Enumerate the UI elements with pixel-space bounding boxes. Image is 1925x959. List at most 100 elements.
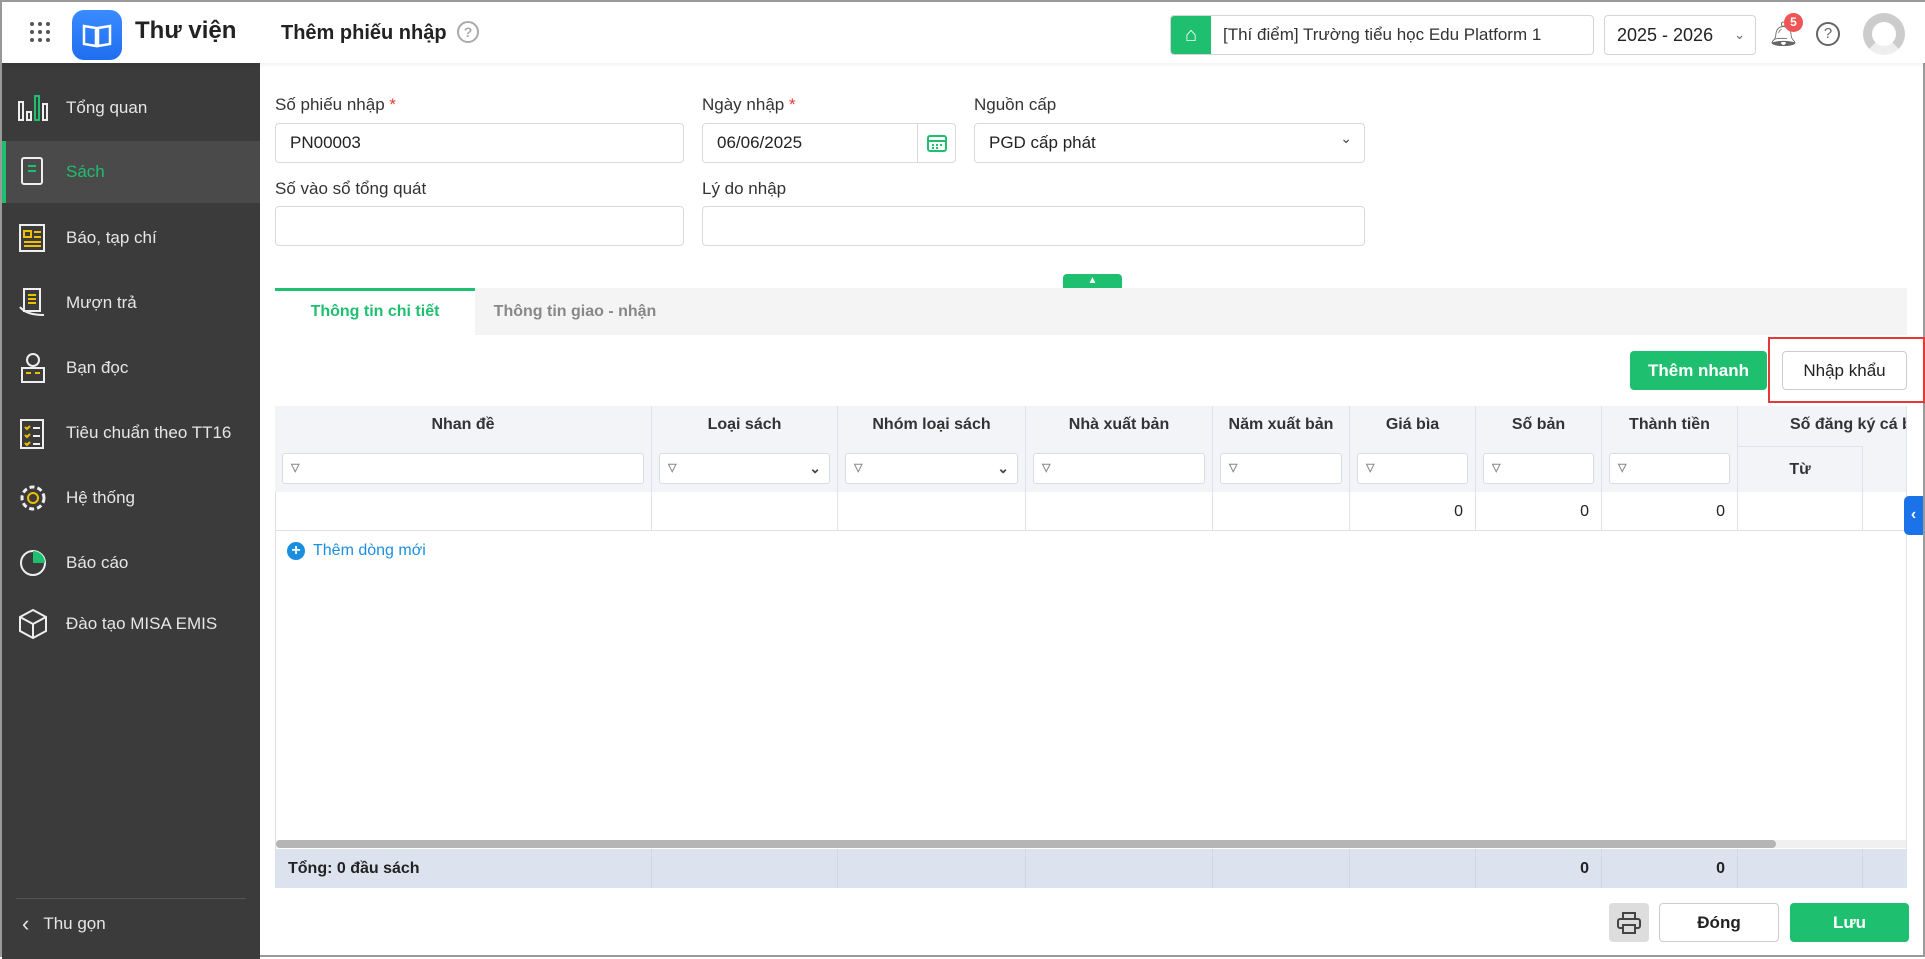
cell[interactable]: [652, 492, 838, 531]
app-grid-icon[interactable]: [30, 22, 50, 42]
cell-so-ban[interactable]: 0: [1476, 492, 1602, 531]
cell[interactable]: [1026, 492, 1213, 531]
sidebar-label: Tiêu chuẩn theo TT16: [66, 423, 232, 442]
cell-thanh-tien[interactable]: 0: [1602, 492, 1738, 531]
help-icon[interactable]: ?: [1816, 22, 1840, 46]
sidebar-label: Mượn trả: [66, 293, 137, 312]
filter-input[interactable]: ▽: [282, 453, 644, 484]
chevron-down-icon: ⌄: [1340, 130, 1352, 146]
sidebar-item-readers[interactable]: Bạn đọc: [2, 338, 260, 398]
select-value: PGD cấp phát: [989, 133, 1096, 152]
printer-icon: [1617, 911, 1641, 934]
library-logo-icon: [72, 10, 122, 60]
ly-do-label: Lý do nhập: [702, 179, 787, 198]
column-header: Nhóm loại sách: [872, 416, 991, 433]
sidebar-item-books[interactable]: Sách: [2, 141, 260, 203]
footer-thanh-tien: 0: [1602, 849, 1738, 888]
sidebar-label: Sách: [66, 162, 105, 181]
ly-do-input[interactable]: [702, 206, 1365, 246]
school-name: [Thí điểm] Trường tiểu học Edu Platform …: [1223, 25, 1542, 44]
year-select[interactable]: 2025 - 2026 ⌄: [1604, 15, 1756, 55]
column-header: Nhan đề: [431, 416, 495, 433]
collapse-form-button[interactable]: ▲: [1063, 274, 1122, 288]
top-header: Thư viện Thêm phiếu nhập ? ⌂ [Thí điểm] …: [2, 2, 1925, 63]
chevron-down-icon: ⌄: [1734, 27, 1745, 42]
add-row-button[interactable]: + Thêm dòng mới: [287, 542, 426, 560]
footer-cell: [1026, 849, 1213, 888]
footer-total: Tổng: 0 đầu sách: [275, 849, 652, 888]
col-nhom-loai-sach: Nhóm loại sách ▽ ⌄: [838, 406, 1026, 492]
col-nha-xuat-ban: Nhà xuất bản ▽: [1026, 406, 1213, 492]
col-gia-bia: Giá bìa ▽: [1350, 406, 1476, 492]
so-vao-so-label: Số vào sổ tổng quát: [275, 179, 427, 198]
save-button[interactable]: Lưu: [1790, 903, 1909, 942]
scrollbar-thumb[interactable]: [276, 840, 1776, 848]
nguon-cap-label: Nguồn cấp: [974, 95, 1057, 114]
cell[interactable]: [1863, 492, 1907, 531]
ngay-nhap-input[interactable]: 06/06/2025: [702, 123, 956, 163]
cell[interactable]: [275, 492, 652, 531]
footer-cell: [652, 849, 838, 888]
filter-select[interactable]: ▽ ⌄: [845, 453, 1018, 484]
so-phieu-label: Số phiếu nhập *: [275, 95, 396, 115]
import-button[interactable]: Nhập khẩu: [1782, 351, 1907, 390]
school-selector[interactable]: ⌂ [Thí điểm] Trường tiểu học Edu Platfor…: [1170, 15, 1594, 55]
column-header: Nhà xuất bản: [1068, 416, 1170, 433]
tab-bar: Thông tin chi tiết Thông tin giao - nhận: [275, 288, 1907, 335]
so-vao-so-input[interactable]: [275, 206, 684, 246]
sidebar-item-system[interactable]: Hệ thống: [2, 468, 260, 528]
sidebar: Tổng quan Sách Báo, tạp chí Mượn trả Bạn…: [2, 63, 260, 959]
footer-cell: [1213, 849, 1350, 888]
help-circle-icon[interactable]: ?: [457, 21, 479, 43]
footer-cell: [838, 849, 1026, 888]
cell[interactable]: [1213, 492, 1350, 531]
pie-chart-icon: [16, 546, 50, 580]
filter-input[interactable]: ▽: [1609, 453, 1730, 484]
print-button[interactable]: [1609, 903, 1649, 942]
collapse-sidebar-button[interactable]: ‹ Thu gọn: [22, 911, 106, 937]
avatar[interactable]: [1863, 13, 1905, 55]
filter-input[interactable]: ▽: [1357, 453, 1468, 484]
newspaper-icon: [16, 221, 50, 255]
cell-gia-bia[interactable]: 0: [1350, 492, 1476, 531]
nguon-cap-select[interactable]: PGD cấp phát ⌄: [974, 123, 1365, 163]
column-header: Thành tiền: [1629, 416, 1710, 433]
side-panel-toggle[interactable]: ‹: [1904, 496, 1923, 535]
tab-delivery[interactable]: Thông tin giao - nhận: [475, 288, 675, 335]
close-button[interactable]: Đóng: [1659, 903, 1779, 942]
col-loai-sach: Loại sách ▽ ⌄: [652, 406, 838, 492]
date-value: 06/06/2025: [717, 133, 803, 152]
sidebar-label: Hệ thống: [66, 488, 135, 507]
label-text: Ngày nhập: [702, 95, 785, 114]
horizontal-scrollbar[interactable]: [276, 840, 1906, 848]
filter-input[interactable]: ▽: [1033, 453, 1205, 484]
quick-add-button[interactable]: Thêm nhanh: [1630, 351, 1767, 390]
chevron-left-icon: ‹: [22, 911, 30, 936]
borrow-book-icon: [16, 286, 50, 320]
filter-input[interactable]: ▽: [1220, 453, 1342, 484]
sidebar-item-reports[interactable]: Báo cáo: [2, 533, 260, 593]
sidebar-item-training[interactable]: Đào tạo MISA EMIS: [2, 594, 260, 654]
year-value: 2025 - 2026: [1617, 25, 1714, 45]
sidebar-item-magazines[interactable]: Báo, tạp chí: [2, 208, 260, 268]
column-header: Số đăng ký cá biệt: [1790, 416, 1906, 433]
sidebar-item-borrow[interactable]: Mượn trả: [2, 273, 260, 333]
reader-icon: [16, 351, 50, 385]
so-phieu-input[interactable]: PN00003: [275, 123, 684, 163]
calendar-icon[interactable]: [917, 124, 955, 162]
cell[interactable]: [838, 492, 1026, 531]
tab-detail[interactable]: Thông tin chi tiết: [275, 288, 475, 335]
column-header: Năm xuất bản: [1228, 416, 1334, 433]
notification-badge: 5: [1784, 13, 1803, 32]
cube-icon: [16, 607, 50, 641]
book-icon: [16, 155, 50, 189]
sidebar-item-standards[interactable]: Tiêu chuẩn theo TT16: [2, 403, 260, 463]
gear-icon: [16, 481, 50, 515]
cell[interactable]: [1738, 492, 1863, 531]
column-header: Loại sách: [707, 416, 782, 433]
footer-so-ban: 0: [1476, 849, 1602, 888]
col-nam-xuat-ban: Năm xuất bản ▽: [1213, 406, 1350, 492]
filter-input[interactable]: ▽: [1483, 453, 1594, 484]
filter-select[interactable]: ▽ ⌄: [659, 453, 830, 484]
sidebar-item-overview[interactable]: Tổng quan: [2, 78, 260, 138]
